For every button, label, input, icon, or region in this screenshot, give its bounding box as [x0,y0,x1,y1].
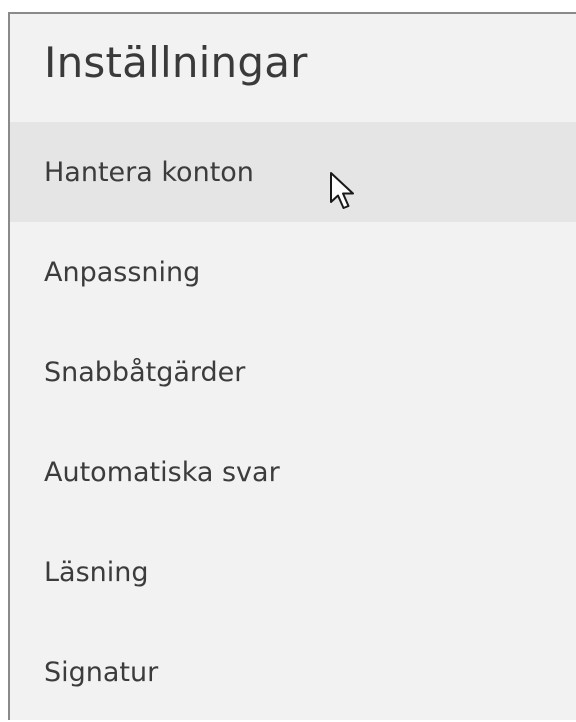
settings-item-reading[interactable]: Läsning [10,522,576,622]
settings-item-automatic-replies[interactable]: Automatiska svar [10,422,576,522]
mouse-pointer-icon [330,172,354,209]
settings-item-manage-accounts[interactable]: Hantera konton [10,122,576,222]
settings-menu: Hantera konton Anpassning Snabbåtgärder … [10,122,576,722]
settings-panel: Inställningar Hantera konton Anpassning … [8,12,576,720]
settings-item-personalization[interactable]: Anpassning [10,222,576,322]
settings-item-quick-actions[interactable]: Snabbåtgärder [10,322,576,422]
settings-item-signature[interactable]: Signatur [10,622,576,722]
page-title: Inställningar [44,38,308,87]
